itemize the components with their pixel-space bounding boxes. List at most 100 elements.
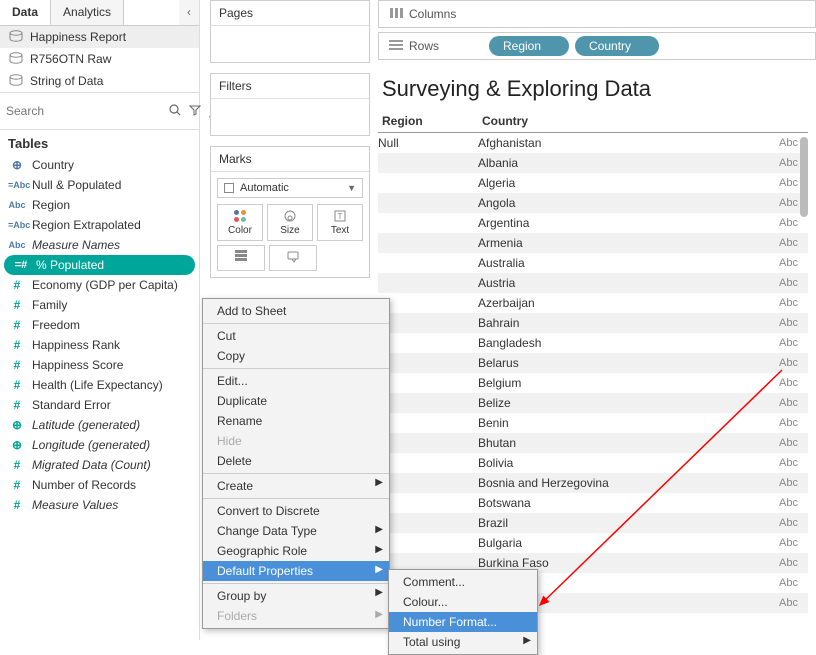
- field-row[interactable]: #Freedom: [0, 315, 199, 335]
- field-row[interactable]: AbcMeasure Names: [0, 235, 199, 255]
- cell-country: Australia: [478, 256, 764, 270]
- menu-item[interactable]: Geographic Role▶: [203, 541, 389, 561]
- columns-label: Columns: [409, 7, 456, 21]
- detail-button[interactable]: [217, 245, 265, 271]
- scrollbar[interactable]: [800, 137, 808, 217]
- table-row[interactable]: AzerbaijanAbc: [378, 293, 808, 313]
- table-row[interactable]: ArgentinaAbc: [378, 213, 808, 233]
- table-row[interactable]: BotswanaAbc: [378, 493, 808, 513]
- menu-item[interactable]: Change Data Type▶: [203, 521, 389, 541]
- tab-data[interactable]: Data: [0, 0, 51, 25]
- menu-item[interactable]: Duplicate: [203, 391, 389, 411]
- field-row[interactable]: #Measure Values: [0, 495, 199, 515]
- cell-abc: Abc: [764, 597, 808, 609]
- pages-card[interactable]: Pages: [210, 0, 370, 63]
- cell-country: Bulgaria: [478, 536, 764, 550]
- table-row[interactable]: BangladeshAbc: [378, 333, 808, 353]
- table-row[interactable]: BrazilAbc: [378, 513, 808, 533]
- field-label: Family: [32, 298, 67, 312]
- collapse-pane-icon[interactable]: ‹: [179, 0, 199, 25]
- search-icon[interactable]: [167, 102, 183, 121]
- cell-abc: Abc: [764, 457, 808, 469]
- table-row[interactable]: NullAfghanistanAbc: [378, 133, 808, 153]
- datasource-item[interactable]: String of Data: [0, 70, 199, 92]
- color-button[interactable]: Color: [217, 204, 263, 241]
- table-row[interactable]: Bosnia and HerzegovinaAbc: [378, 473, 808, 493]
- pill-country[interactable]: Country: [575, 36, 659, 56]
- table-row[interactable]: ArmeniaAbc: [378, 233, 808, 253]
- table-row[interactable]: BulgariaAbc: [378, 533, 808, 553]
- field-row[interactable]: ⊕Longitude (generated): [0, 435, 199, 455]
- field-row[interactable]: #Happiness Score: [0, 355, 199, 375]
- filter-icon[interactable]: [187, 102, 203, 121]
- field-row[interactable]: ⊕Latitude (generated): [0, 415, 199, 435]
- menu-item[interactable]: Rename: [203, 411, 389, 431]
- field-row[interactable]: #Family: [0, 295, 199, 315]
- marks-card[interactable]: Marks Automatic ▼ Color Size T Text: [210, 146, 370, 278]
- menu-item[interactable]: Group by▶: [203, 583, 389, 606]
- datasource-item[interactable]: R756OTN Raw: [0, 48, 199, 70]
- field-row[interactable]: =AbcRegion Extrapolated: [0, 215, 199, 235]
- field-label: Happiness Score: [32, 358, 123, 372]
- cell-country: Bosnia and Herzegovina: [478, 476, 764, 490]
- size-button[interactable]: Size: [267, 204, 313, 241]
- field-row[interactable]: =#% Populated: [4, 255, 195, 275]
- automatic-icon: [224, 183, 234, 193]
- field-row[interactable]: #Migrated Data (Count): [0, 455, 199, 475]
- chevron-down-icon: ▼: [347, 183, 356, 193]
- rows-shelf[interactable]: Rows Region Country: [378, 32, 816, 60]
- cell-abc: Abc: [764, 497, 808, 509]
- menu-item[interactable]: Convert to Discrete: [203, 498, 389, 521]
- menu-item[interactable]: Create▶: [203, 473, 389, 496]
- datasource-item[interactable]: Happiness Report: [0, 26, 199, 48]
- field-row[interactable]: #Happiness Rank: [0, 335, 199, 355]
- pill-region[interactable]: Region: [489, 36, 569, 56]
- table-row[interactable]: BhutanAbc: [378, 433, 808, 453]
- menu-item-label: Folders: [217, 609, 257, 623]
- tab-analytics[interactable]: Analytics: [51, 0, 124, 25]
- table-row[interactable]: BelarusAbc: [378, 353, 808, 373]
- table-row[interactable]: BahrainAbc: [378, 313, 808, 333]
- table-row[interactable]: AlbaniaAbc: [378, 153, 808, 173]
- field-label: Migrated Data (Count): [32, 458, 151, 472]
- menu-item[interactable]: Total using▶: [389, 632, 537, 652]
- table-row[interactable]: AngolaAbc: [378, 193, 808, 213]
- field-row[interactable]: #Number of Records: [0, 475, 199, 495]
- menu-item[interactable]: Number Format...: [389, 612, 537, 632]
- field-row[interactable]: AbcRegion: [0, 195, 199, 215]
- menu-item-label: Copy: [217, 349, 245, 363]
- tooltip-icon: [270, 250, 316, 266]
- table-row[interactable]: BelizeAbc: [378, 393, 808, 413]
- menu-item[interactable]: Comment...: [389, 572, 537, 592]
- table-row[interactable]: BeninAbc: [378, 413, 808, 433]
- menu-item-label: Colour...: [403, 595, 448, 609]
- field-row[interactable]: #Standard Error: [0, 395, 199, 415]
- table-row[interactable]: BelgiumAbc: [378, 373, 808, 393]
- menu-item[interactable]: Cut: [203, 323, 389, 346]
- field-row[interactable]: ⊕Country: [0, 155, 199, 175]
- table-row[interactable]: BoliviaAbc: [378, 453, 808, 473]
- cell-abc: Abc: [764, 357, 808, 369]
- cell-country: Benin: [478, 416, 764, 430]
- text-button[interactable]: T Text: [317, 204, 363, 241]
- menu-item[interactable]: Edit...: [203, 368, 389, 391]
- mark-type-select[interactable]: Automatic ▼: [217, 178, 363, 198]
- field-row[interactable]: #Economy (GDP per Capita): [0, 275, 199, 295]
- field-row[interactable]: =AbcNull & Populated: [0, 175, 199, 195]
- table-row[interactable]: AustraliaAbc: [378, 253, 808, 273]
- field-row[interactable]: #Health (Life Expectancy): [0, 375, 199, 395]
- menu-item[interactable]: Colour...: [389, 592, 537, 612]
- tooltip-button[interactable]: [269, 245, 317, 271]
- menu-item[interactable]: Default Properties▶: [203, 561, 389, 581]
- table-row[interactable]: AustriaAbc: [378, 273, 808, 293]
- table-row[interactable]: AlgeriaAbc: [378, 173, 808, 193]
- menu-item: Hide: [203, 431, 389, 451]
- search-input[interactable]: [4, 100, 163, 122]
- filters-card[interactable]: Filters: [210, 73, 370, 136]
- menu-item[interactable]: Delete: [203, 451, 389, 471]
- datasource-icon: [8, 52, 24, 66]
- worksheet-title[interactable]: Surveying & Exploring Data: [378, 70, 808, 110]
- menu-item[interactable]: Add to Sheet: [203, 301, 389, 321]
- menu-item[interactable]: Copy: [203, 346, 389, 366]
- columns-shelf[interactable]: Columns: [378, 0, 816, 28]
